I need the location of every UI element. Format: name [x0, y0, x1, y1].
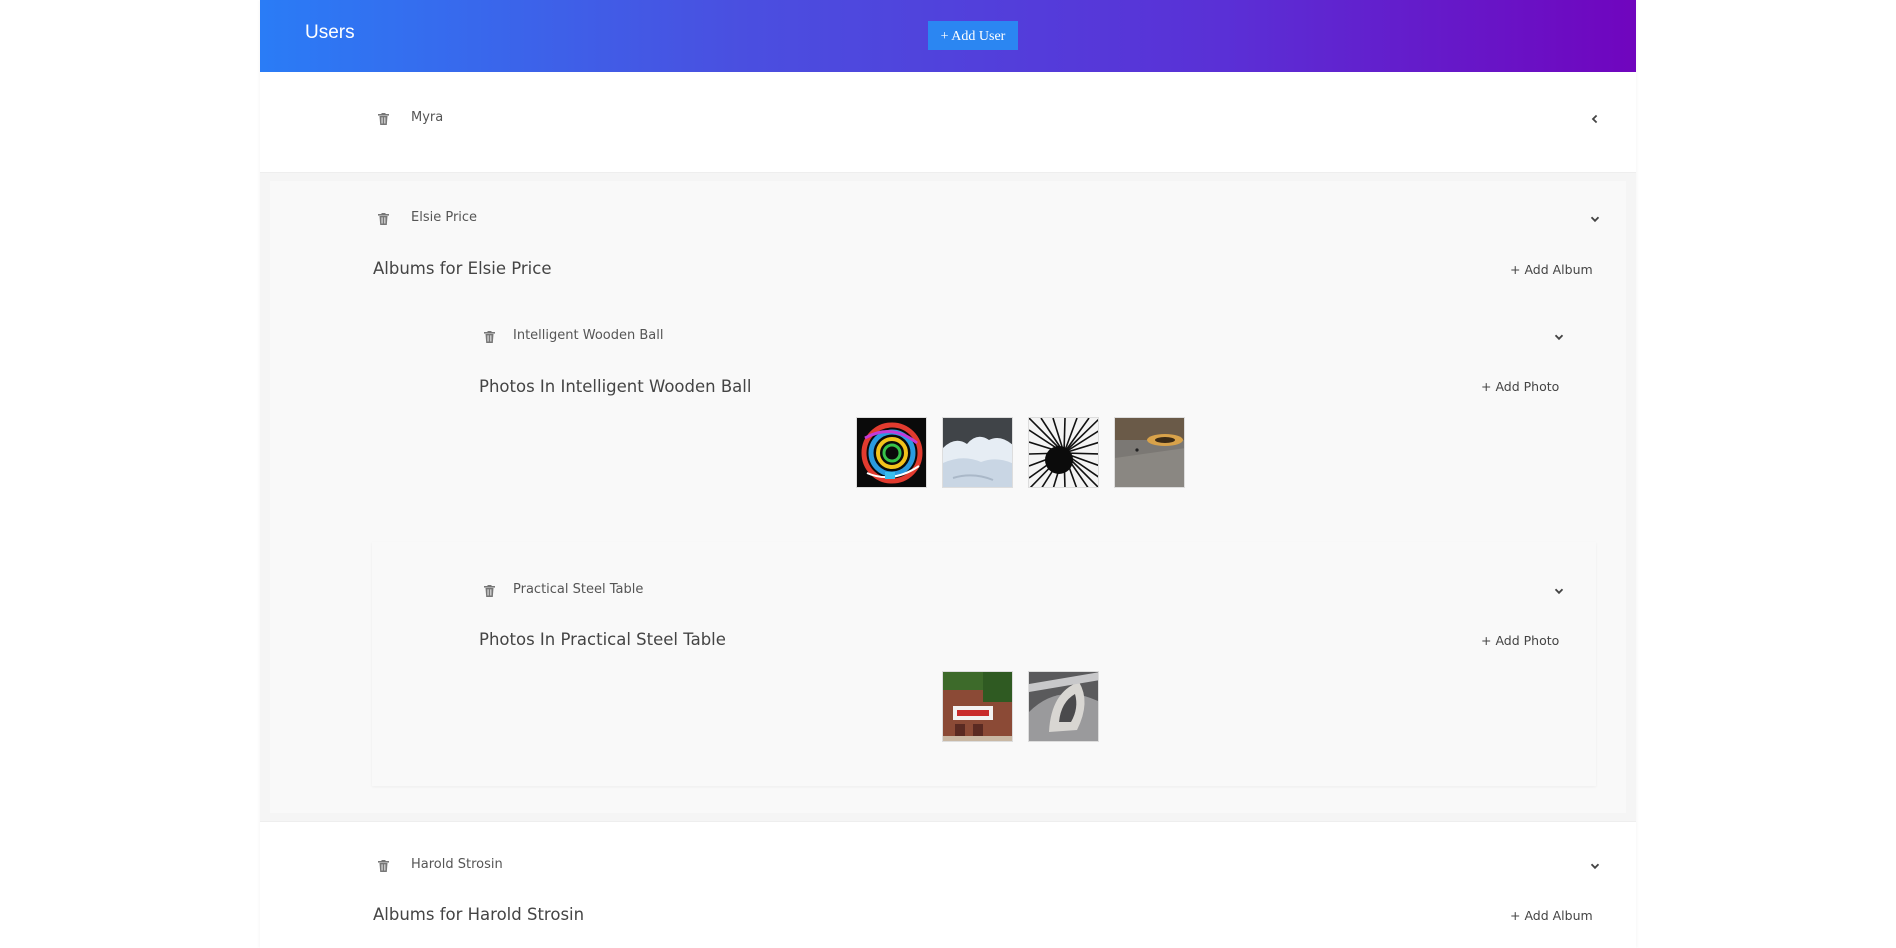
photo-thumbnail[interactable] — [1028, 417, 1099, 488]
albums-title: Albums for Harold Strosin — [373, 905, 585, 924]
album-name[interactable]: Practical Steel Table — [513, 582, 643, 597]
photo-thumbnail[interactable] — [856, 417, 927, 488]
header-bar: Users + Add User — [260, 0, 1636, 72]
add-album-button[interactable]: + Add Album — [1510, 262, 1593, 277]
add-photo-button[interactable]: + Add Photo — [1481, 379, 1559, 394]
album-item-practical-steel-table: Practical Steel Table Photos In Practica… — [372, 542, 1596, 786]
chevron-down-icon[interactable] — [1553, 585, 1565, 597]
user-name[interactable]: Elsie Price — [411, 210, 477, 225]
add-user-button[interactable]: + Add User — [928, 21, 1018, 50]
photos-title: Photos In Intelligent Wooden Ball — [479, 377, 752, 396]
trash-icon[interactable] — [378, 113, 389, 125]
trash-icon[interactable] — [484, 331, 495, 343]
photo-thumbnail[interactable] — [1114, 417, 1185, 488]
page-title: Users — [305, 22, 355, 43]
photo-thumbnail[interactable] — [942, 671, 1013, 742]
chevron-down-icon[interactable] — [1589, 860, 1601, 872]
albums-title: Albums for Elsie Price — [373, 259, 552, 278]
user-item-myra: Myra — [260, 72, 1636, 172]
user-name[interactable]: Myra — [411, 110, 443, 125]
photo-thumbnail[interactable] — [1028, 671, 1099, 742]
chevron-down-icon[interactable] — [1589, 213, 1601, 225]
trash-icon[interactable] — [378, 860, 389, 872]
add-photo-button[interactable]: + Add Photo — [1481, 633, 1559, 648]
album-item-intelligent-wooden-ball: Intelligent Wooden Ball Photos In Intell… — [372, 283, 1596, 513]
photos-title: Photos In Practical Steel Table — [479, 630, 726, 649]
photo-thumbnail[interactable] — [942, 417, 1013, 488]
chevron-left-icon[interactable] — [1589, 113, 1601, 125]
user-name[interactable]: Harold Strosin — [411, 857, 503, 872]
album-name[interactable]: Intelligent Wooden Ball — [513, 328, 663, 343]
user-item-elsie-price: Elsie Price Albums for Elsie Price + Add… — [260, 173, 1636, 821]
trash-icon[interactable] — [378, 213, 389, 225]
app-container: Users + Add User Myra Elsie Price Albums… — [260, 0, 1636, 948]
user-item-harold-strosin: Harold Strosin Albums for Harold Strosin… — [260, 822, 1636, 948]
trash-icon[interactable] — [484, 585, 495, 597]
add-album-button[interactable]: + Add Album — [1510, 908, 1593, 923]
chevron-down-icon[interactable] — [1553, 331, 1565, 343]
